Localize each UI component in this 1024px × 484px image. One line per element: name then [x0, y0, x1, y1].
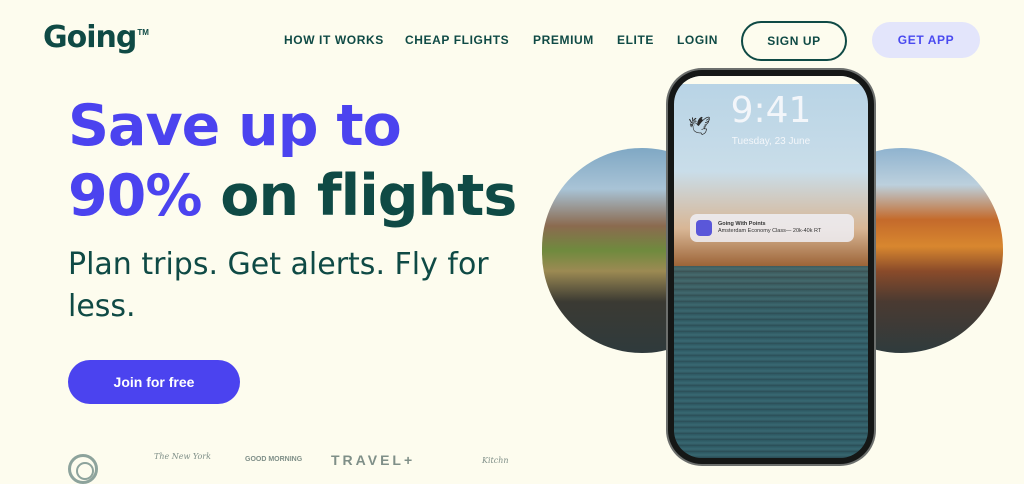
nav-how-it-works[interactable]: HOW IT WORKS: [284, 33, 384, 47]
sign-up-button[interactable]: SIGN UP: [741, 21, 847, 61]
nav-cheap-flights[interactable]: CHEAP FLIGHTS: [405, 33, 509, 47]
press-logo-kitchn: Kitchn: [482, 456, 509, 465]
press-circle-logo-icon: [68, 454, 98, 484]
headline-rest: on flights: [220, 163, 517, 229]
phone-mockup: 🕊 9:41 Tuesday, 23 June Going With Point…: [668, 70, 874, 464]
press-logo-travel: TRAVEL+: [331, 452, 416, 468]
headline-line-1: Save up to: [68, 93, 402, 159]
notification-title: Going With Points: [718, 221, 766, 227]
hero-subheading: Plan trips. Get alerts. Fly for less.: [68, 247, 489, 324]
notification-body: Amsterdam Economy Class— 20k-40k RT: [718, 228, 822, 234]
logo-wordmark: Going: [43, 20, 137, 55]
going-logo[interactable]: Going TM: [43, 20, 149, 55]
phone-screen: 🕊 9:41 Tuesday, 23 June Going With Point…: [674, 76, 868, 458]
nav-elite[interactable]: ELITE: [617, 33, 654, 47]
nav-premium[interactable]: PREMIUM: [533, 33, 594, 47]
notification-text: Going With Points Amsterdam Economy Clas…: [718, 221, 821, 235]
headline-percent: 90%: [68, 163, 202, 229]
press-logo-gma: GOOD MORNING: [245, 456, 303, 463]
get-app-button[interactable]: GET APP: [872, 22, 980, 58]
going-app-icon: [696, 220, 712, 236]
logo-trademark: TM: [137, 28, 149, 37]
nav-login[interactable]: LOGIN: [677, 33, 718, 47]
join-for-free-button[interactable]: Join for free: [68, 360, 240, 404]
canal-water-image: [674, 266, 868, 458]
lockscreen-time: 9:41: [730, 90, 812, 131]
headline-line-2: 90% on flights: [68, 168, 517, 225]
press-logo-nyt: The New York: [154, 452, 211, 461]
screen-top-strip: [674, 76, 868, 84]
push-notification: Going With Points Amsterdam Economy Clas…: [690, 214, 854, 242]
lockscreen-date: Tuesday, 23 June: [731, 136, 811, 147]
